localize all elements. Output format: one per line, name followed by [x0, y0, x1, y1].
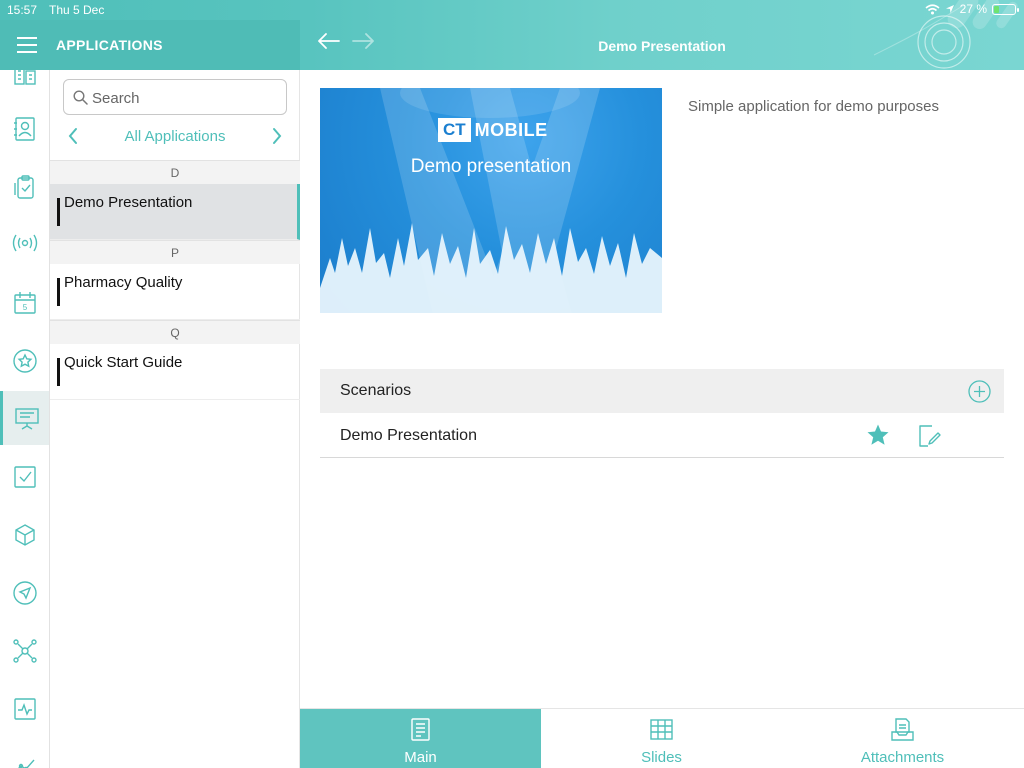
activity-icon	[14, 698, 36, 720]
section-header-q: Q	[50, 320, 300, 344]
rail-item-products[interactable]	[0, 508, 49, 562]
search-box[interactable]	[63, 79, 287, 115]
status-date: Thu 5 Dec	[49, 3, 105, 17]
back-arrow-icon[interactable]	[318, 33, 340, 49]
tab-attachments[interactable]: Attachments	[782, 709, 1023, 768]
application-detail: CT MOBILE Demo presentation Simple appli…	[300, 70, 1024, 708]
sidebar-title: APPLICATIONS	[56, 37, 163, 53]
row-marker	[57, 358, 60, 386]
rail-item-calendar[interactable]: 5	[0, 276, 49, 330]
battery-icon	[992, 3, 1019, 15]
tab-label: Slides	[641, 749, 682, 766]
status-indicators: 27 %	[925, 2, 1019, 16]
sidebar-header: APPLICATIONS	[0, 20, 300, 70]
section-header-d: D	[50, 160, 300, 184]
search-icon	[73, 90, 88, 105]
row-marker	[57, 278, 60, 306]
rail-item-navigation[interactable]	[0, 566, 49, 620]
page-title: Demo Presentation	[598, 38, 726, 54]
app-name: Quick Start Guide	[64, 354, 183, 371]
scenarios-label: Scenarios	[340, 382, 412, 399]
navigation-icon	[13, 581, 37, 605]
search-input[interactable]	[92, 87, 272, 109]
forward-arrow-icon[interactable]	[352, 33, 374, 49]
presentation-icon	[14, 408, 39, 430]
chevron-right-icon[interactable]	[271, 127, 283, 145]
rail-item-broadcast[interactable]	[0, 216, 49, 270]
clipboard-icon	[14, 175, 34, 199]
star-circle-icon	[13, 349, 37, 373]
checkbox-icon	[14, 466, 36, 488]
tab-main[interactable]: Main	[300, 709, 541, 768]
battery-percent: 27 %	[959, 2, 987, 16]
app-row-demo-presentation[interactable]: Demo Presentation	[50, 184, 300, 240]
rail-item-tasks[interactable]	[0, 450, 49, 504]
broadcast-icon	[12, 234, 38, 252]
icon-rail: 5	[0, 70, 50, 768]
top-header: 15:57 Thu 5 Dec 27 % APPLICATIONS Demo P…	[0, 0, 1024, 70]
filter-label[interactable]: All Applications	[93, 128, 257, 145]
buildings-icon	[14, 70, 36, 85]
application-list-panel: All Applications D Demo Presentation P P…	[50, 70, 300, 768]
rail-item-buildings[interactable]	[0, 70, 49, 102]
scenarios-header: Scenarios	[320, 369, 1004, 413]
scenario-name: Demo Presentation	[340, 427, 477, 444]
ct-mobile-logo: CT MOBILE	[438, 118, 548, 142]
chart-line-icon	[18, 759, 35, 768]
slides-grid-icon	[650, 719, 673, 740]
rail-item-activity[interactable]	[0, 682, 49, 736]
app-description: Simple application for demo purposes	[688, 98, 939, 115]
svg-text:5: 5	[23, 303, 28, 312]
tab-label: Main	[404, 749, 437, 766]
rail-item-analytics[interactable]	[0, 738, 49, 768]
cube-icon	[15, 524, 35, 546]
battery-fill	[994, 5, 999, 13]
row-marker	[57, 198, 60, 226]
status-bar: 15:57 Thu 5 Dec 27 %	[0, 0, 1024, 20]
document-list-icon	[411, 718, 430, 741]
tab-label: Attachments	[860, 749, 945, 766]
logo-mobile: MOBILE	[474, 119, 548, 140]
menu-icon[interactable]	[17, 37, 37, 53]
rail-item-contacts[interactable]	[0, 102, 49, 156]
inbox-tray-icon	[891, 718, 914, 741]
chevron-left-icon[interactable]	[67, 127, 79, 145]
rail-item-presentations[interactable]	[0, 391, 49, 445]
wifi-icon	[925, 3, 940, 14]
app-name: Pharmacy Quality	[64, 274, 183, 291]
rail-item-clipboard[interactable]	[0, 160, 49, 214]
section-header-p: P	[50, 240, 300, 264]
thumbnail-caption: Demo presentation	[410, 156, 572, 177]
filter-selector: All Applications	[63, 125, 287, 149]
status-time: 15:57	[7, 3, 38, 17]
tab-slides[interactable]: Slides	[541, 709, 782, 768]
app-name: Demo Presentation	[64, 194, 193, 211]
rail-item-network[interactable]	[0, 624, 49, 678]
contacts-icon	[14, 117, 35, 141]
edit-icon[interactable]	[916, 423, 942, 449]
bottom-tab-bar: Main Slides Attachments	[300, 708, 1024, 768]
presentation-thumbnail[interactable]: CT MOBILE Demo presentation	[320, 88, 662, 344]
location-icon	[945, 5, 954, 13]
network-icon	[13, 639, 37, 663]
calendar-icon: 5	[14, 292, 36, 314]
add-scenario-icon[interactable]	[968, 380, 991, 403]
favorite-star-icon[interactable]	[866, 423, 890, 447]
app-row-pharmacy-quality[interactable]: Pharmacy Quality	[50, 264, 300, 320]
logo-ct: CT	[438, 118, 471, 142]
app-row-quick-start-guide[interactable]: Quick Start Guide	[50, 344, 300, 400]
rail-item-favorites[interactable]	[0, 334, 49, 388]
scenario-row[interactable]: Demo Presentation	[320, 413, 1004, 458]
